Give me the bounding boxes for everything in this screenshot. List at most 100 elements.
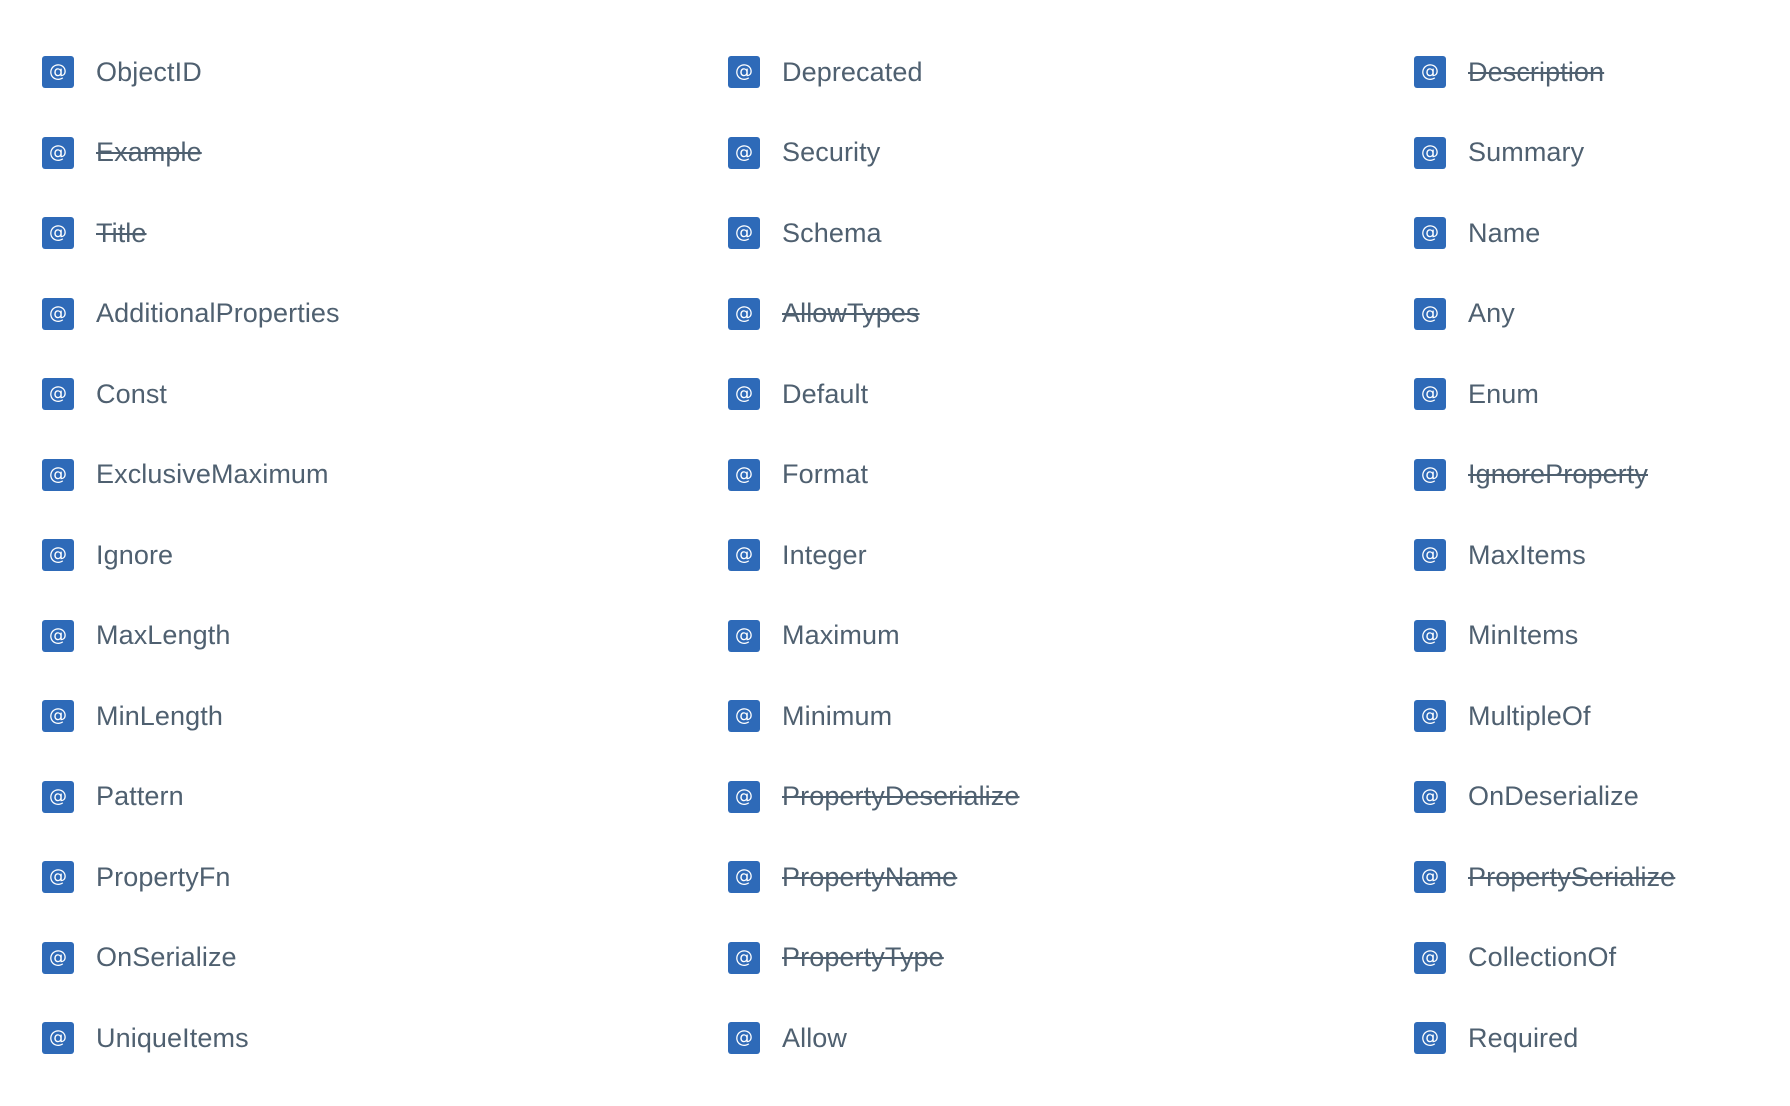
annotation-label: CollectionOf xyxy=(1468,942,1617,973)
at-icon: @ xyxy=(728,780,760,813)
annotation-link[interactable]: @ AllowTypes xyxy=(728,274,1414,355)
at-icon: @ xyxy=(728,378,760,411)
annotation-link[interactable]: @ Description xyxy=(1414,32,1774,113)
annotation-label: PropertyFn xyxy=(96,861,231,892)
annotation-label: Allow xyxy=(782,1022,848,1053)
annotation-link[interactable]: @ Integer xyxy=(728,515,1414,596)
annotation-link[interactable]: @ AdditionalProperties xyxy=(42,274,728,355)
annotation-link[interactable]: @ Name xyxy=(1414,193,1774,274)
at-icon: @ xyxy=(728,297,760,330)
annotation-label: PropertyName xyxy=(782,861,958,892)
at-icon: @ xyxy=(42,378,74,411)
annotation-link[interactable]: @ Enum xyxy=(1414,354,1774,435)
annotation-link[interactable]: @ Schema xyxy=(728,193,1414,274)
annotation-link[interactable]: @ Minimum xyxy=(728,676,1414,757)
annotation-link[interactable]: @ MaxItems xyxy=(1414,515,1774,596)
annotation-link[interactable]: @ PropertyType xyxy=(728,918,1414,999)
annotation-link[interactable]: @ Summary xyxy=(1414,113,1774,194)
annotation-link[interactable]: @ Pattern xyxy=(42,757,728,838)
annotation-label: AllowTypes xyxy=(782,298,920,329)
at-icon: @ xyxy=(728,217,760,250)
at-icon: @ xyxy=(1414,1022,1446,1055)
annotation-link[interactable]: @ PropertyFn xyxy=(42,837,728,918)
annotation-link[interactable]: @ MaxLength xyxy=(42,596,728,677)
annotation-label: PropertyDeserialize xyxy=(782,781,1020,812)
at-icon: @ xyxy=(1414,780,1446,813)
at-icon: @ xyxy=(728,136,760,169)
annotation-link[interactable]: @ Required xyxy=(1414,998,1774,1079)
annotation-link[interactable]: @ PropertyName xyxy=(728,837,1414,918)
annotation-label: Title xyxy=(96,217,147,248)
at-icon: @ xyxy=(1414,861,1446,894)
at-icon: @ xyxy=(42,861,74,894)
annotation-label: Name xyxy=(1468,217,1541,248)
annotation-label: Summary xyxy=(1468,137,1585,168)
at-icon: @ xyxy=(42,458,74,491)
at-icon: @ xyxy=(1414,941,1446,974)
annotation-link[interactable]: @ Maximum xyxy=(728,596,1414,677)
annotation-link[interactable]: @ Example xyxy=(42,113,728,194)
annotation-link[interactable]: @ MinItems xyxy=(1414,596,1774,677)
annotation-link[interactable]: @ Allow xyxy=(728,998,1414,1079)
at-icon: @ xyxy=(42,1022,74,1055)
annotation-link[interactable]: @ Default xyxy=(728,354,1414,435)
at-icon: @ xyxy=(728,539,760,572)
annotation-label: ExclusiveMaximum xyxy=(96,459,329,490)
annotation-label: Deprecated xyxy=(782,56,923,87)
annotation-link[interactable]: @ OnDeserialize xyxy=(1414,757,1774,838)
annotation-link[interactable]: @ OnSerialize xyxy=(42,918,728,999)
annotation-label: Description xyxy=(1468,56,1605,87)
at-icon: @ xyxy=(1414,378,1446,411)
annotation-label: Minimum xyxy=(782,700,893,731)
at-icon: @ xyxy=(1414,458,1446,491)
at-icon: @ xyxy=(1414,539,1446,572)
annotation-link[interactable]: @ MinLength xyxy=(42,676,728,757)
annotation-label: Enum xyxy=(1468,378,1539,409)
at-icon: @ xyxy=(1414,136,1446,169)
annotation-label: MaxLength xyxy=(96,620,231,651)
annotation-link[interactable]: @ Any xyxy=(1414,274,1774,355)
annotation-label: OnDeserialize xyxy=(1468,781,1639,812)
annotation-link[interactable]: @ UniqueItems xyxy=(42,998,728,1079)
annotation-grid: @ ObjectID @ Deprecated @ Description @ … xyxy=(42,32,1774,1079)
annotation-label: OnSerialize xyxy=(96,942,237,973)
at-icon: @ xyxy=(42,700,74,733)
annotation-label: PropertyType xyxy=(782,942,944,973)
annotation-label: MinItems xyxy=(1468,620,1579,651)
annotation-link[interactable]: @ Const xyxy=(42,354,728,435)
at-icon: @ xyxy=(728,861,760,894)
annotation-label: PropertySerialize xyxy=(1468,861,1676,892)
at-icon: @ xyxy=(42,619,74,652)
annotation-link[interactable]: @ PropertySerialize xyxy=(1414,837,1774,918)
annotation-link[interactable]: @ PropertyDeserialize xyxy=(728,757,1414,838)
annotation-link[interactable]: @ ObjectID xyxy=(42,32,728,113)
at-icon: @ xyxy=(1414,619,1446,652)
annotation-link[interactable]: @ MultipleOf xyxy=(1414,676,1774,757)
annotation-link[interactable]: @ IgnoreProperty xyxy=(1414,435,1774,516)
annotation-link[interactable]: @ Security xyxy=(728,113,1414,194)
annotation-label: UniqueItems xyxy=(96,1022,249,1053)
annotation-link[interactable]: @ ExclusiveMaximum xyxy=(42,435,728,516)
annotation-link[interactable]: @ Format xyxy=(728,435,1414,516)
at-icon: @ xyxy=(42,56,74,89)
at-icon: @ xyxy=(42,297,74,330)
annotation-label: MultipleOf xyxy=(1468,700,1591,731)
annotation-label: Const xyxy=(96,378,168,409)
at-icon: @ xyxy=(728,458,760,491)
annotation-label: Pattern xyxy=(96,781,184,812)
annotation-link[interactable]: @ Title xyxy=(42,193,728,274)
at-icon: @ xyxy=(728,1022,760,1055)
annotation-link[interactable]: @ Ignore xyxy=(42,515,728,596)
annotation-link[interactable]: @ CollectionOf xyxy=(1414,918,1774,999)
annotation-label: MaxItems xyxy=(1468,539,1586,570)
annotation-label: Security xyxy=(782,137,881,168)
at-icon: @ xyxy=(42,780,74,813)
annotation-link[interactable]: @ Deprecated xyxy=(728,32,1414,113)
annotation-label: Integer xyxy=(782,539,867,570)
at-icon: @ xyxy=(1414,56,1446,89)
at-icon: @ xyxy=(728,700,760,733)
annotation-label: Required xyxy=(1468,1022,1579,1053)
at-icon: @ xyxy=(42,539,74,572)
annotation-label: Maximum xyxy=(782,620,900,651)
annotation-label: AdditionalProperties xyxy=(96,298,340,329)
